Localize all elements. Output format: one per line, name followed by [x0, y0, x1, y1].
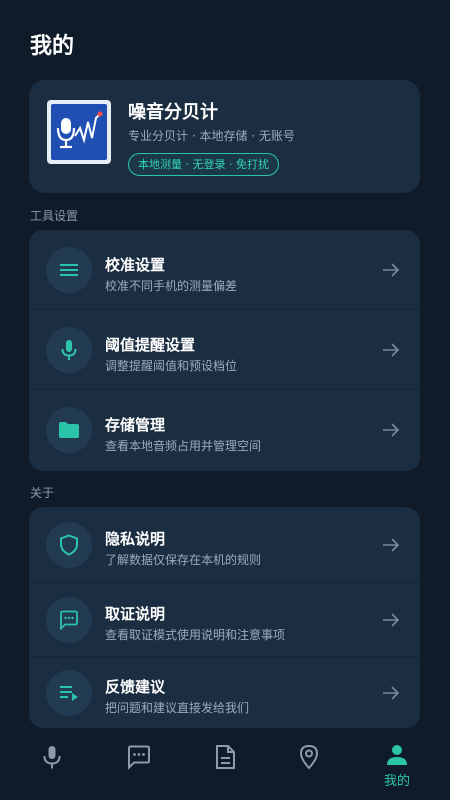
- shield-icon: [46, 522, 92, 568]
- tab-records[interactable]: [180, 735, 270, 800]
- person-icon: [387, 745, 407, 765]
- app-logo: [47, 100, 111, 164]
- feedback-list-icon: [46, 670, 92, 716]
- arrow-right-icon: [383, 423, 400, 437]
- section-label-tools: 工具设置: [30, 209, 79, 223]
- microphone-icon: [46, 327, 92, 373]
- app-profile-card: 噪音分贝计 专业分贝计 · 本地存储 · 无账号 本地测量 · 无登录 · 免打…: [29, 80, 420, 193]
- item-title: 校准设置: [105, 256, 166, 274]
- microphone-icon: [43, 746, 61, 769]
- arrow-right-icon: [383, 686, 400, 700]
- item-desc: 查看取证模式使用说明和注意事项: [105, 628, 286, 642]
- tab-profile[interactable]: 我的: [352, 735, 442, 800]
- folder-icon: [46, 407, 92, 453]
- location-pin-icon: [299, 744, 319, 770]
- arrow-right-icon: [383, 343, 400, 357]
- calibration-settings-item[interactable]: 校准设置 校准不同手机的测量偏差: [29, 230, 420, 310]
- feedback-item[interactable]: 反馈建议 把问题和建议直接发给我们: [29, 657, 420, 728]
- section-label-about: 关于: [30, 486, 55, 500]
- item-desc: 校准不同手机的测量偏差: [105, 279, 238, 293]
- tab-profile-label: 我的: [383, 774, 410, 789]
- tab-messages[interactable]: [94, 735, 184, 800]
- item-desc: 查看本地音频占用并管理空间: [105, 439, 262, 453]
- arrow-right-icon: [383, 613, 400, 627]
- evidence-guide-item[interactable]: 取证说明 查看取证模式使用说明和注意事项: [29, 583, 420, 657]
- item-title: 存储管理: [105, 416, 166, 434]
- message-icon: [46, 597, 92, 643]
- arrow-right-icon: [383, 538, 400, 552]
- tools-settings-group: 校准设置 校准不同手机的测量偏差 阈值提醒设置 调整提醒阈值和预设档位 存储管理…: [29, 230, 420, 471]
- item-desc: 把问题和建议直接发给我们: [105, 701, 250, 715]
- item-title: 反馈建议: [105, 678, 166, 696]
- storage-management-item[interactable]: 存储管理 查看本地音频占用并管理空间: [29, 390, 420, 470]
- item-title: 阈值提醒设置: [105, 336, 196, 354]
- item-title: 隐私说明: [105, 530, 166, 548]
- about-group: 隐私说明 了解数据仅保存在本机的规则 取证说明 查看取证模式使用说明和注意事项: [29, 507, 420, 728]
- app-subtitle: 专业分贝计 · 本地存储 · 无账号: [128, 129, 295, 143]
- tab-location[interactable]: [264, 735, 354, 800]
- feature-badge: 本地测量 · 无登录 · 免打扰: [128, 153, 279, 176]
- page-title: 我的: [30, 34, 75, 59]
- document-icon: [216, 745, 235, 769]
- app-name: 噪音分贝计: [128, 102, 218, 123]
- item-desc: 了解数据仅保存在本机的规则: [105, 553, 262, 567]
- item-desc: 调整提醒阈值和预设档位: [105, 359, 238, 373]
- item-title: 取证说明: [105, 605, 166, 623]
- arrow-right-icon: [383, 263, 400, 277]
- chat-icon: [128, 745, 150, 770]
- threshold-alert-settings-item[interactable]: 阈值提醒设置 调整提醒阈值和预设档位: [29, 310, 420, 390]
- menu-lines-icon: [46, 247, 92, 293]
- tab-measure[interactable]: [7, 735, 97, 800]
- bottom-tab-bar: 我的: [0, 735, 450, 800]
- privacy-policy-item[interactable]: 隐私说明 了解数据仅保存在本机的规则: [29, 507, 420, 583]
